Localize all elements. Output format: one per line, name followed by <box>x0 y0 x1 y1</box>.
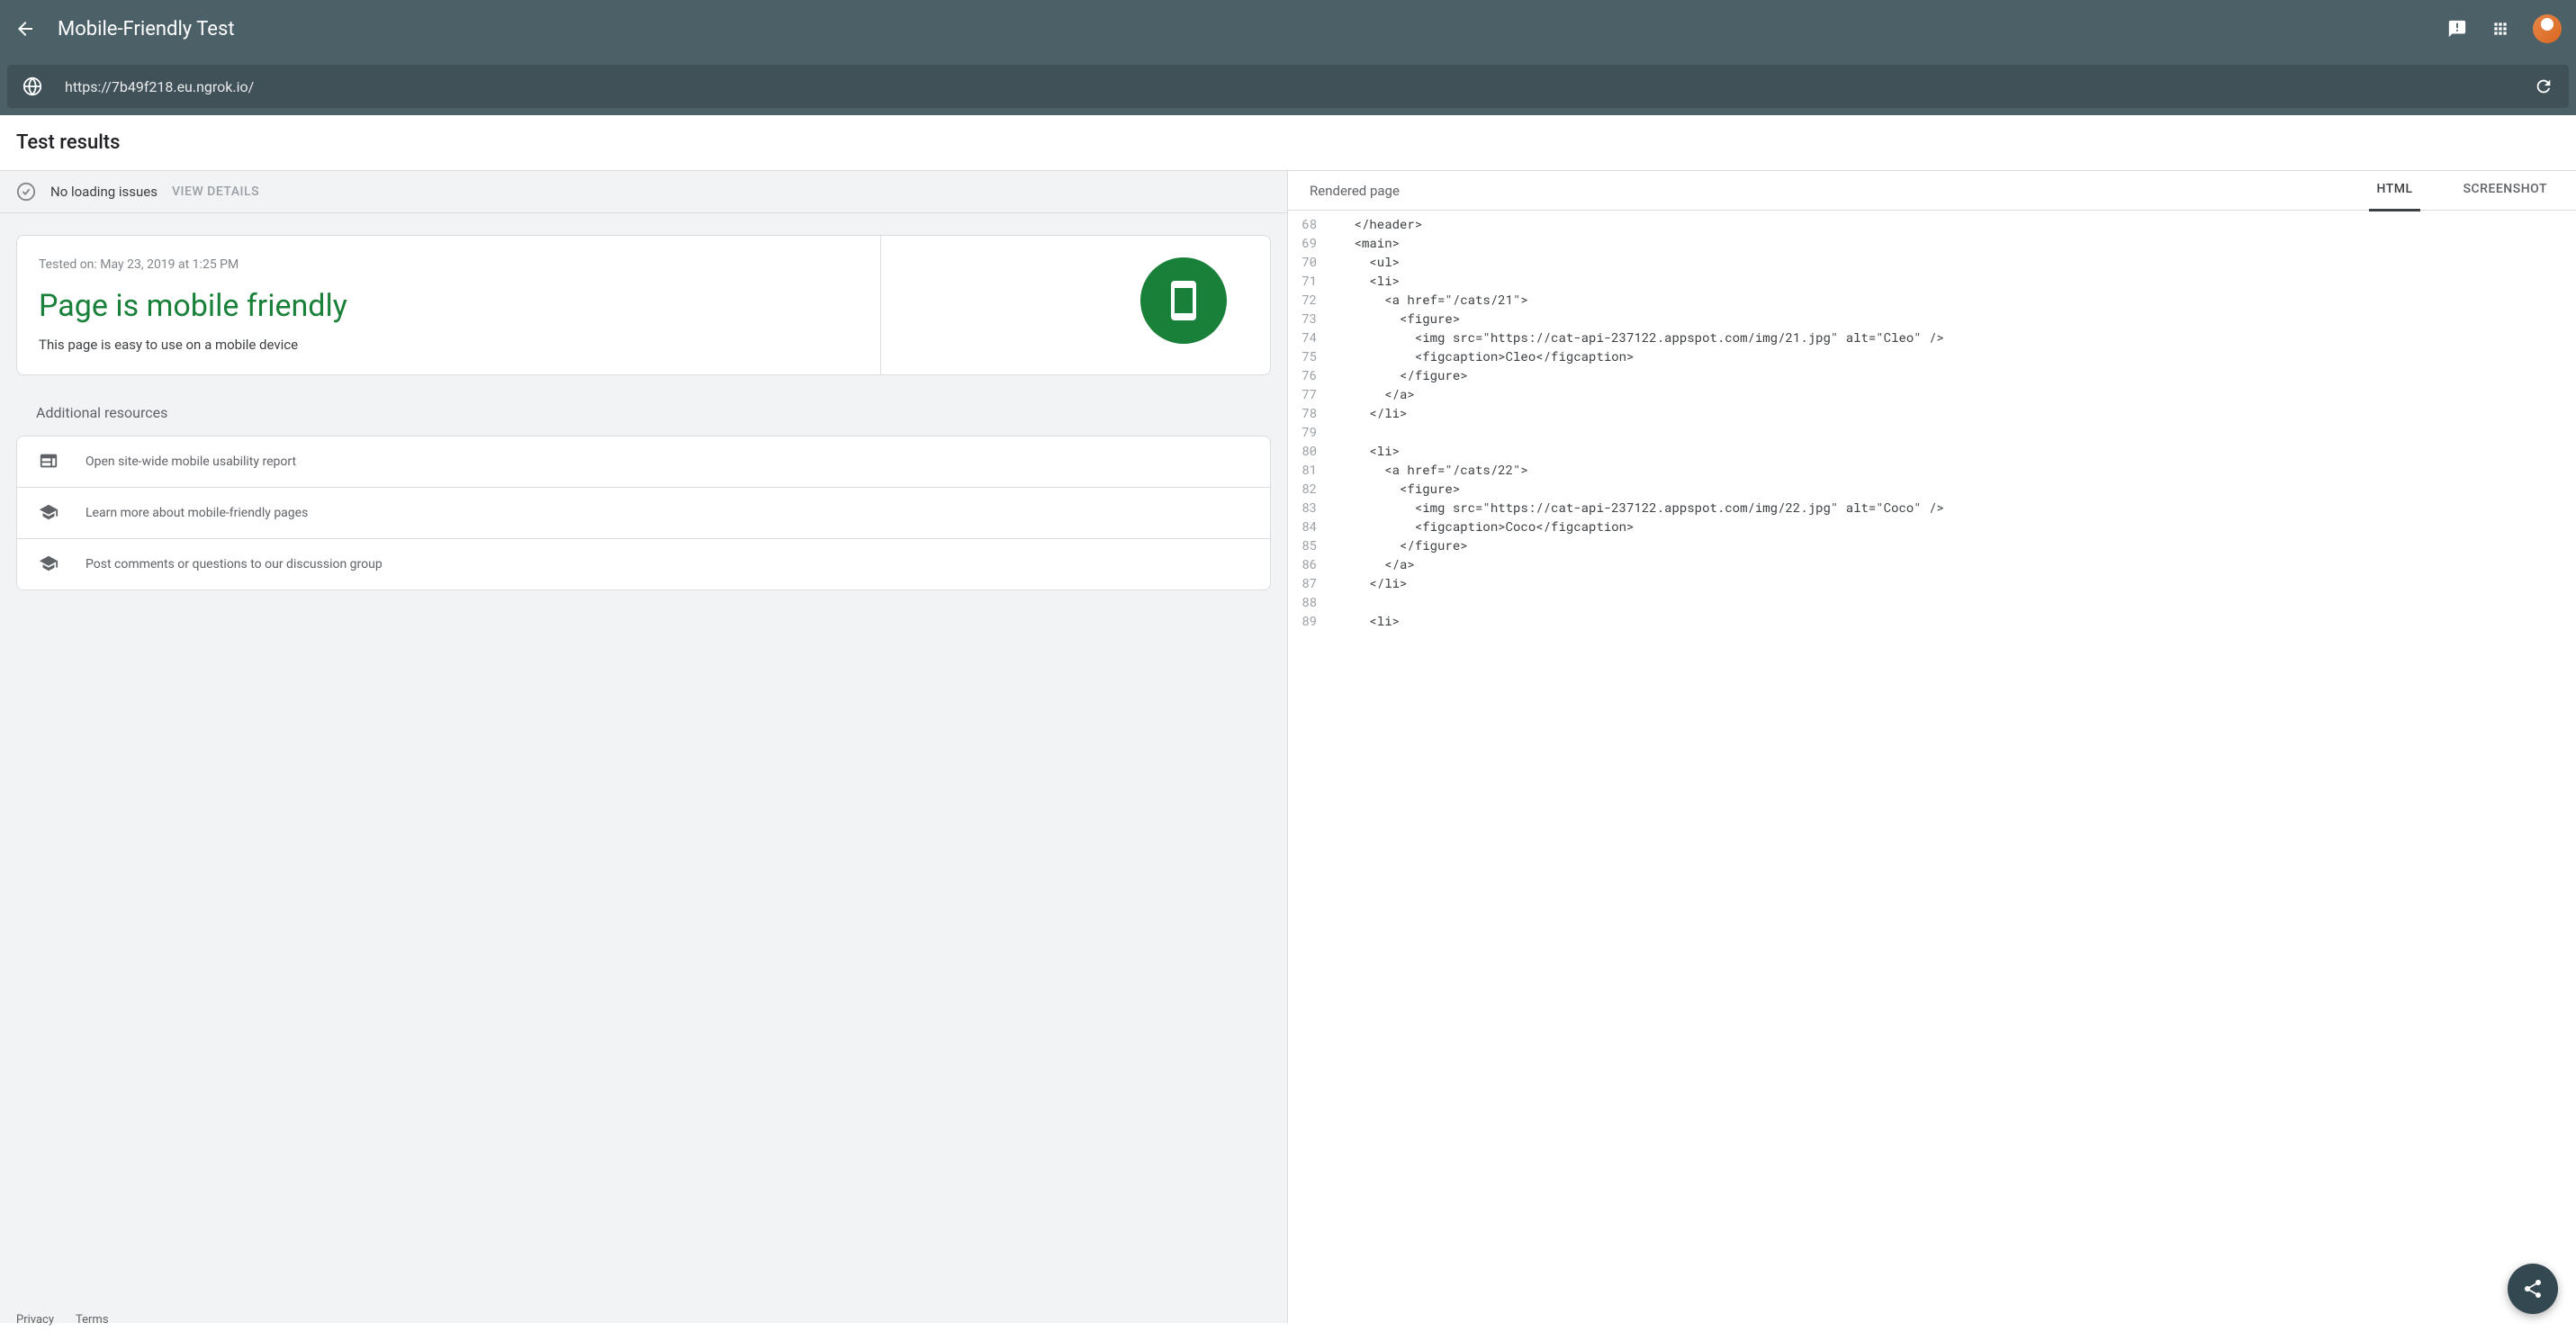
refresh-button[interactable] <box>2533 76 2554 97</box>
school-icon <box>39 554 60 575</box>
code-line: 86 </a> <box>1288 554 2576 573</box>
mobile-friendly-icon <box>1140 257 1227 344</box>
code-line: 72 <a href="/cats/21"> <box>1288 290 2576 309</box>
code-line: 75 <figcaption>Cleo</figcaption> <box>1288 346 2576 365</box>
footer-links: Privacy Terms <box>16 1313 109 1327</box>
resource-item-learn[interactable]: Learn more about mobile-friendly pages <box>17 488 1270 539</box>
section-header: Test results <box>0 115 2576 171</box>
result-title: Page is mobile friendly <box>39 288 1119 324</box>
result-card: Tested on: May 23, 2019 at 1:25 PM Page … <box>16 235 1271 375</box>
resource-label: Learn more about mobile-friendly pages <box>86 506 308 520</box>
app-title: Mobile-Friendly Test <box>58 18 2425 40</box>
apps-icon <box>2491 20 2509 38</box>
code-line: 85 </figure> <box>1288 536 2576 554</box>
announcement-icon <box>2447 19 2467 39</box>
code-line: 69 <main> <box>1288 233 2576 252</box>
tab-screenshot[interactable]: SCREENSHOT <box>2456 182 2554 212</box>
code-line: 82 <figure> <box>1288 479 2576 498</box>
results-panel: No loading issues VIEW DETAILS Tested on… <box>0 171 1288 1323</box>
loading-status-bar: No loading issues VIEW DETAILS <box>0 171 1287 213</box>
feedback-button[interactable] <box>2446 18 2468 40</box>
code-line: 77 </a> <box>1288 384 2576 403</box>
code-line: 83 <img src="https://cat-api-237122.apps… <box>1288 498 2576 517</box>
code-line: 88 <box>1288 592 2576 611</box>
rendered-panel: Rendered page HTML SCREENSHOT 68 </heade… <box>1288 171 2576 1323</box>
arrow-back-icon <box>14 18 36 40</box>
share-fab[interactable] <box>2508 1264 2558 1314</box>
html-code-viewer[interactable]: 68 </header>69 <main>70 <ul>71 <li>72 <a… <box>1288 211 2576 634</box>
code-line: 87 </li> <box>1288 573 2576 592</box>
terms-link[interactable]: Terms <box>76 1313 109 1327</box>
refresh-icon <box>2534 76 2553 96</box>
globe-icon <box>22 76 43 97</box>
code-line: 81 <a href="/cats/22"> <box>1288 460 2576 479</box>
resource-item-discuss[interactable]: Post comments or questions to our discus… <box>17 539 1270 590</box>
code-line: 78 </li> <box>1288 403 2576 422</box>
code-line: 84 <figcaption>Coco</figcaption> <box>1288 517 2576 536</box>
result-description: This page is easy to use on a mobile dev… <box>39 337 1119 353</box>
school-icon <box>39 502 60 524</box>
url-bar: https://7b49f218.eu.ngrok.io/ <box>0 58 2576 115</box>
code-line: 76 </figure> <box>1288 365 2576 384</box>
resource-label: Open site-wide mobile usability report <box>86 454 296 469</box>
web-icon <box>39 451 60 472</box>
resource-item-report[interactable]: Open site-wide mobile usability report <box>17 436 1270 488</box>
rendered-page-label: Rendered page <box>1310 183 2369 199</box>
back-button[interactable] <box>14 18 36 40</box>
app-header: Mobile-Friendly Test <box>0 0 2576 58</box>
code-line: 71 <li> <box>1288 271 2576 290</box>
url-input[interactable]: https://7b49f218.eu.ngrok.io/ <box>65 78 2511 95</box>
share-icon <box>2522 1278 2544 1300</box>
resource-label: Post comments or questions to our discus… <box>86 557 383 572</box>
phone-icon <box>1162 279 1205 322</box>
resources-title: Additional resources <box>0 397 1287 436</box>
code-line: 89 <li> <box>1288 611 2576 630</box>
code-line: 70 <ul> <box>1288 252 2576 271</box>
code-line: 80 <li> <box>1288 441 2576 460</box>
loading-status-text: No loading issues <box>50 184 158 200</box>
resources-list: Open site-wide mobile usability report L… <box>16 436 1271 590</box>
code-line: 68 </header> <box>1288 214 2576 233</box>
user-avatar[interactable] <box>2533 14 2562 43</box>
tab-html[interactable]: HTML <box>2369 182 2419 212</box>
check-circle-icon <box>16 182 36 202</box>
code-line: 73 <figure> <box>1288 309 2576 328</box>
privacy-link[interactable]: Privacy <box>16 1313 54 1327</box>
section-title: Test results <box>16 131 2560 154</box>
view-details-link[interactable]: VIEW DETAILS <box>172 184 259 199</box>
code-line: 79 <box>1288 422 2576 441</box>
code-line: 74 <img src="https://cat-api-237122.apps… <box>1288 328 2576 346</box>
apps-button[interactable] <box>2490 18 2511 40</box>
tested-on-label: Tested on: May 23, 2019 at 1:25 PM <box>39 257 1119 272</box>
